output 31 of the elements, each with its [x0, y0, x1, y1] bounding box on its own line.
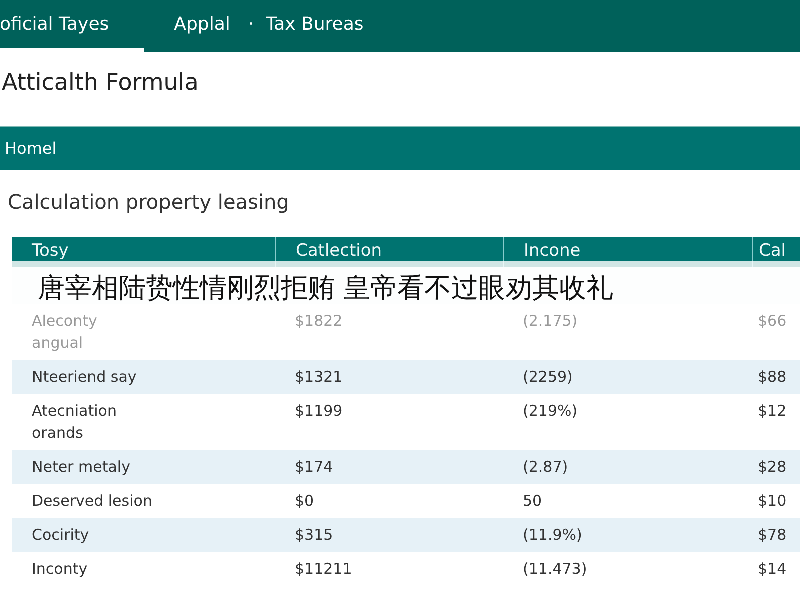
table-cell-text: Atecniation orands	[31, 401, 118, 444]
column-header: Tosy	[31, 240, 70, 263]
table-cell-text: $1199	[294, 401, 344, 422]
table-cell-text: (11.9%)	[522, 525, 584, 546]
table-cell-text: Inconty	[31, 559, 89, 580]
table-cell-text: (219%)	[522, 401, 579, 422]
table-cell-text: $315	[294, 525, 334, 546]
table-cell-text: (2259)	[522, 367, 574, 388]
table-cell-text: $11211	[294, 559, 354, 580]
table-cell-text: $1321	[294, 367, 344, 388]
home-link[interactable]: Homel	[5, 139, 57, 158]
section-title: Calculation property leasing	[7, 189, 290, 216]
table-cell-text: $0	[294, 491, 316, 512]
table-cell-text: $88	[757, 367, 788, 388]
table-cell-text: $174	[294, 457, 334, 478]
page-title: Atticalth Formula	[1, 69, 200, 98]
table-cell-text: Neter metaly	[31, 457, 132, 478]
table-cell-text: $14	[757, 559, 788, 580]
table-cell-text: $28	[757, 457, 788, 478]
table-cell-text: (11.473)	[522, 559, 588, 580]
table-cell-text: $12	[757, 401, 788, 422]
separator-dot: ·	[248, 12, 254, 36]
table-cell-text: 50	[522, 491, 544, 512]
table-cell-text: $78	[757, 525, 788, 546]
nav-link[interactable]: Tax Bureas	[266, 0, 382, 48]
table-cell-text: (2.87)	[522, 457, 570, 478]
table-cell-text: Deserved lesion	[31, 491, 154, 512]
table-cell-text: Nteeriend say	[31, 367, 138, 388]
nav-tab[interactable]: Applal	[174, 0, 248, 48]
table-cell-text: $10	[757, 491, 788, 512]
table-cell-text: Cocirity	[31, 525, 90, 546]
